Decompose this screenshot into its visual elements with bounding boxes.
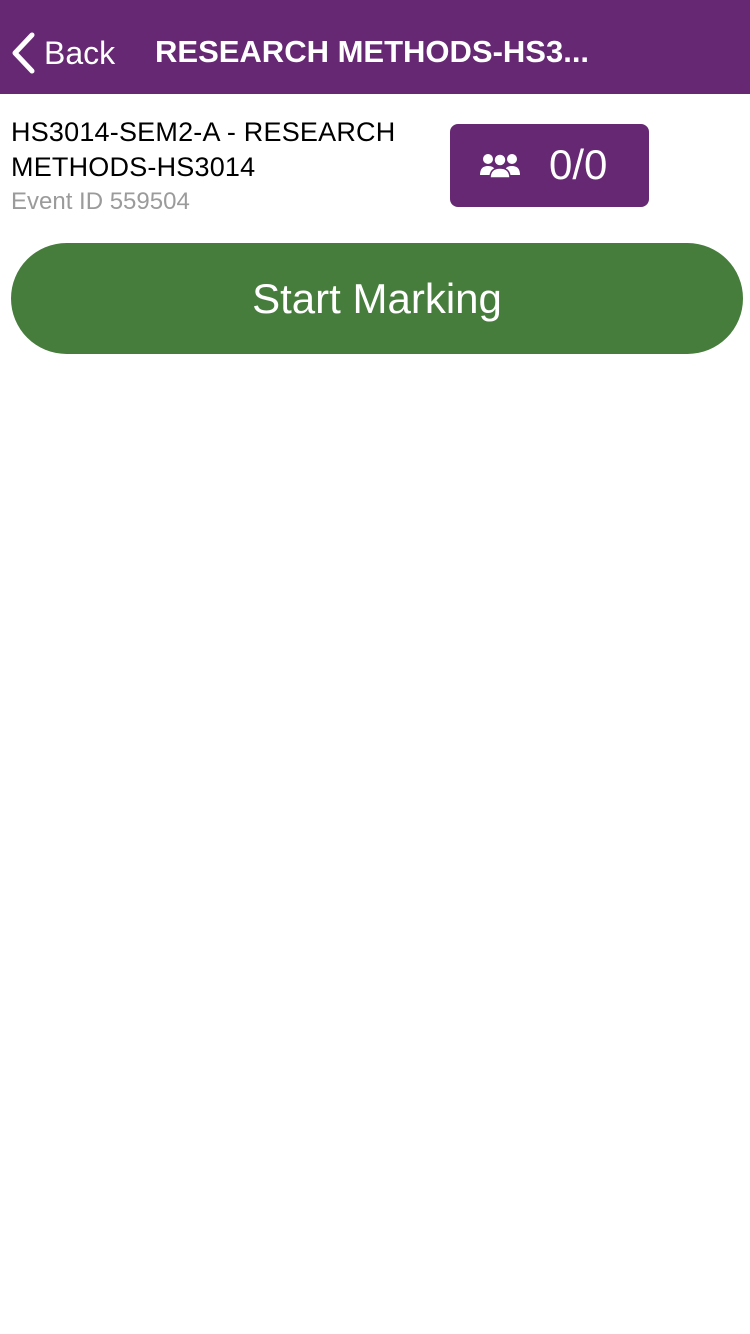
back-label: Back [44, 35, 116, 71]
event-info: HS3014-SEM2-A - RESEARCH METHODS-HS3014 … [11, 115, 436, 219]
chevron-left-icon [12, 32, 35, 74]
event-id: Event ID 559504 [11, 188, 190, 215]
course-name: HS3014-SEM2-A - RESEARCH METHODS-HS3014 [11, 117, 396, 182]
participants-count-button[interactable]: 0/0 [450, 124, 649, 207]
start-marking-button[interactable]: Start Marking [11, 243, 743, 354]
navigation-bar: Back RESEARCH METHODS-HS3... [0, 0, 750, 94]
back-button[interactable]: Back [8, 28, 115, 78]
people-icon [480, 153, 520, 179]
page-title: RESEARCH METHODS-HS3... [155, 34, 590, 69]
participants-count: 0/0 [549, 141, 608, 188]
